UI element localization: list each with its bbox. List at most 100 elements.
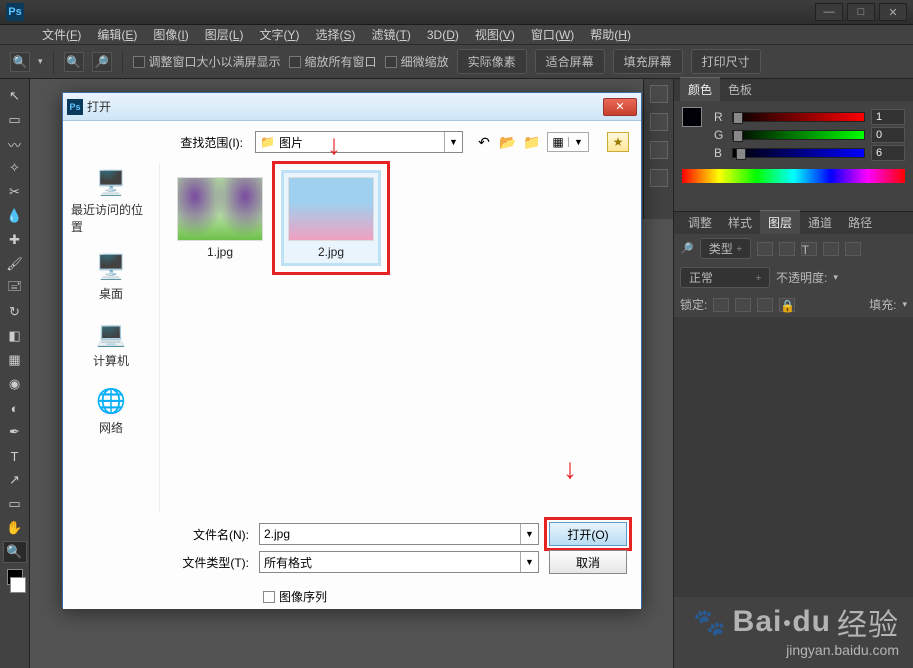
dock-icon-1[interactable] (650, 85, 668, 103)
b-slider[interactable] (732, 148, 865, 158)
eraser-tool-icon[interactable]: ◧ (3, 325, 27, 347)
dialog-close-button[interactable]: ✕ (603, 98, 637, 116)
heal-tool-icon[interactable]: ✚ (3, 229, 27, 251)
background-swatch[interactable] (10, 577, 26, 593)
stamp-tool-icon[interactable]: 🖃 (3, 277, 27, 299)
lock-move-icon[interactable] (757, 298, 773, 312)
up-folder-icon[interactable]: 📂 (499, 133, 517, 151)
menu-help[interactable]: 帮助(H) (582, 24, 639, 45)
zoom-tool-icon[interactable]: 🔍 (10, 52, 30, 72)
cancel-button[interactable]: 取消 (549, 550, 627, 574)
menu-file[interactable]: 文件(F) (34, 24, 89, 45)
shape-tool-icon[interactable]: ▭ (3, 493, 27, 515)
filter-smart-icon[interactable] (845, 242, 861, 256)
open-button[interactable]: 打开(O) (549, 522, 627, 546)
dropdown-icon[interactable]: ▾ (38, 56, 43, 67)
filter-shape-icon[interactable] (823, 242, 839, 256)
lock-paint-icon[interactable] (735, 298, 751, 312)
fit-screen-button[interactable]: 适合屏幕 (535, 49, 605, 74)
dock-icon-3[interactable] (650, 141, 668, 159)
r-value[interactable]: 1 (871, 109, 905, 125)
dock-icon-4[interactable] (650, 169, 668, 187)
menu-3d[interactable]: 3D(D) (419, 26, 467, 44)
move-tool-icon[interactable]: ↖ (3, 85, 27, 107)
r-slider[interactable] (732, 112, 865, 122)
print-size-button[interactable]: 打印尺寸 (691, 49, 761, 74)
tab-swatches[interactable]: 色板 (720, 78, 760, 101)
tab-paths[interactable]: 路径 (840, 211, 880, 234)
type-tool-icon[interactable]: T (3, 445, 27, 467)
sidebar-item-desktop[interactable]: 🖥️桌面 (71, 247, 151, 306)
hue-strip[interactable] (682, 169, 905, 183)
filter-adjust-icon[interactable] (779, 242, 795, 256)
b-value[interactable]: 6 (871, 145, 905, 161)
filename-input[interactable]: 2.jpg▼ (259, 523, 539, 545)
gradient-tool-icon[interactable]: ▦ (3, 349, 27, 371)
image-sequence-checkbox[interactable]: 图像序列 (159, 578, 627, 605)
file-item-1[interactable]: 1.jpg (170, 173, 270, 263)
opacity-label: 不透明度: (776, 269, 827, 286)
maximize-button[interactable]: □ (847, 3, 875, 21)
filter-type-icon[interactable]: T (801, 242, 817, 256)
sidebar-item-network[interactable]: 🌐网络 (71, 381, 151, 440)
menu-filter[interactable]: 滤镜(T) (364, 24, 419, 45)
menu-image[interactable]: 图像(I) (145, 24, 196, 45)
blur-tool-icon[interactable]: ◉ (3, 373, 27, 395)
zoom-out-icon[interactable]: 🔎 (92, 52, 112, 72)
tab-adjustments[interactable]: 调整 (680, 211, 720, 234)
filetype-select[interactable]: 所有格式▼ (259, 551, 539, 573)
zoom-all-checkbox[interactable]: 缩放所有窗口 (289, 53, 377, 70)
back-button-icon[interactable]: ↶ (475, 133, 493, 151)
dropdown-icon[interactable]: ▼ (520, 524, 538, 544)
file-item-2[interactable]: 2.jpg (281, 170, 381, 266)
filter-pixel-icon[interactable] (757, 242, 773, 256)
zoom-in-icon[interactable]: 🔍 (64, 52, 84, 72)
menu-select[interactable]: 选择(S) (307, 24, 363, 45)
color-swatches[interactable] (0, 569, 29, 593)
tab-channels[interactable]: 通道 (800, 211, 840, 234)
wand-tool-icon[interactable]: ✧ (3, 157, 27, 179)
brush-tool-icon[interactable]: 🖌 (3, 253, 27, 275)
actual-pixels-button[interactable]: 实际像素 (457, 49, 527, 74)
menu-edit[interactable]: 编辑(E) (89, 24, 145, 45)
sidebar-item-recent[interactable]: 🖥️最近访问的位置 (71, 163, 151, 239)
resize-window-checkbox[interactable]: 调整窗口大小以满屏显示 (133, 53, 281, 70)
tab-layers[interactable]: 图层 (760, 210, 800, 234)
crop-tool-icon[interactable]: ✂ (3, 181, 27, 203)
lasso-tool-icon[interactable]: 〰 (3, 133, 27, 155)
dropdown-icon[interactable]: ▼ (520, 552, 538, 572)
menu-type[interactable]: 文字(Y) (251, 24, 307, 45)
view-menu-button[interactable]: ▦▼ (547, 132, 589, 152)
folder-select[interactable]: 📁 图片 ▼ (255, 131, 463, 153)
favorite-button[interactable]: ★ (607, 132, 629, 152)
menu-view[interactable]: 视图(V) (467, 24, 523, 45)
layer-filter-select[interactable]: 类型÷ (700, 238, 751, 259)
sidebar-item-computer[interactable]: 💻计算机 (71, 314, 151, 373)
path-select-icon[interactable]: ↗ (3, 469, 27, 491)
fill-screen-button[interactable]: 填充屏幕 (613, 49, 683, 74)
history-brush-icon[interactable]: ↻ (3, 301, 27, 323)
lock-all-icon[interactable]: 🔒 (779, 298, 795, 312)
tab-styles[interactable]: 样式 (720, 211, 760, 234)
menu-layer[interactable]: 图层(L) (197, 24, 252, 45)
eyedropper-tool-icon[interactable]: 💧 (3, 205, 27, 227)
tab-color[interactable]: 颜色 (680, 77, 720, 101)
menu-window[interactable]: 窗口(W) (523, 24, 582, 45)
pen-tool-icon[interactable]: ✒ (3, 421, 27, 443)
dodge-tool-icon[interactable]: ◐ (3, 397, 27, 419)
minimize-button[interactable]: — (815, 3, 843, 21)
marquee-tool-icon[interactable]: ▭ (3, 109, 27, 131)
scrubby-zoom-checkbox[interactable]: 细微缩放 (385, 53, 449, 70)
close-app-button[interactable]: ✕ (879, 3, 907, 21)
lock-transparent-icon[interactable] (713, 298, 729, 312)
fg-color-swatch[interactable] (682, 107, 702, 127)
dialog-titlebar[interactable]: Ps 打开 ✕ (63, 93, 641, 121)
hand-tool-icon[interactable]: ✋ (3, 517, 27, 539)
blend-mode-select[interactable]: 正常÷ (680, 267, 770, 288)
dropdown-icon[interactable]: ▼ (444, 132, 462, 152)
dock-icon-2[interactable] (650, 113, 668, 131)
zoom-tool-icon[interactable]: 🔍 (3, 541, 27, 563)
g-slider[interactable] (732, 130, 865, 140)
new-folder-icon[interactable]: 📁 (523, 133, 541, 151)
g-value[interactable]: 0 (871, 127, 905, 143)
